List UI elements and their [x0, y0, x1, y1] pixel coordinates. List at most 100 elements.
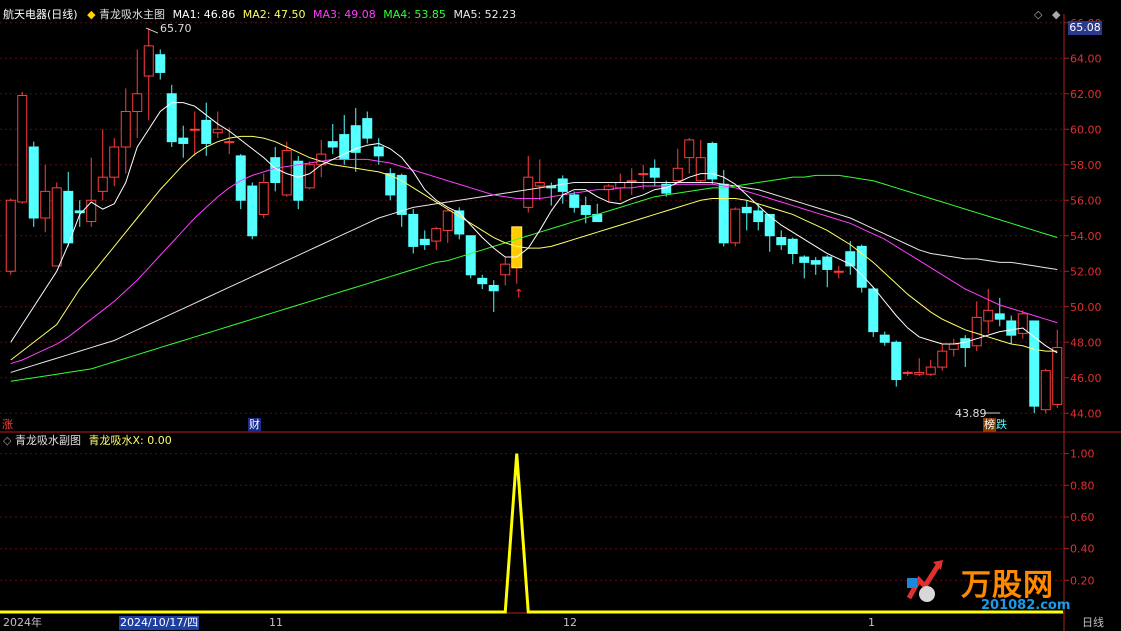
sub-y-tick-label: 0.40	[1070, 543, 1095, 556]
candle-up	[971, 316, 982, 347]
candle-up	[833, 270, 844, 273]
signal-line	[0, 453, 1063, 614]
candle-down	[776, 237, 787, 246]
candle-up	[672, 167, 683, 182]
candle-up	[638, 173, 649, 176]
candle-up	[258, 182, 269, 215]
candle-up	[97, 176, 108, 192]
candle-up	[730, 208, 741, 244]
candle-down	[868, 288, 879, 333]
candle-down	[247, 185, 258, 237]
candle-up	[534, 182, 545, 187]
main-indicator-name[interactable]: 青龙吸水主图	[99, 8, 165, 21]
sub-indicator-name[interactable]: 青龙吸水副图	[15, 434, 81, 447]
candle-up	[5, 199, 16, 272]
stock-arrow-logo-icon	[905, 560, 943, 602]
candle-down	[488, 284, 499, 292]
candle-down	[810, 260, 821, 265]
candle-up	[120, 111, 131, 148]
expand-diamond-icon[interactable]: ◇	[1034, 8, 1042, 22]
candle-up	[948, 343, 959, 350]
sub-y-tick-label: 0.60	[1070, 511, 1095, 524]
main-y-tick-label: 50.00	[1070, 301, 1102, 314]
high-pointer	[145, 27, 159, 34]
high-price-label: 65.70	[160, 22, 192, 35]
watermark-logo: 万股网 201082.com	[905, 556, 1105, 616]
cursor-date-label: 2024/10/17/四	[119, 616, 200, 630]
candle-up	[189, 128, 200, 131]
candle-up	[500, 263, 511, 276]
stock-title[interactable]: 航天电器(日线)	[3, 8, 78, 21]
candle-up	[695, 157, 706, 182]
rise-marker[interactable]: 涨	[2, 418, 13, 432]
candle-down	[891, 341, 902, 381]
x-label-year: 2024年	[3, 616, 42, 629]
candle-down	[799, 256, 810, 263]
main-y-tick-label: 52.00	[1070, 265, 1102, 278]
ma4-value: MA4: 53.85	[383, 8, 446, 21]
candle-up	[132, 93, 143, 112]
ma3-value: MA3: 49.08	[313, 8, 376, 21]
candle-up	[17, 95, 28, 203]
sub-indicator-value: 青龙吸水X: 0.00	[88, 434, 172, 447]
stock-chart-window: { "main_header": { "stock": "航天电器(日线)", …	[0, 0, 1121, 631]
watermark-url: 201082.com	[981, 598, 1071, 613]
candle-up	[281, 150, 292, 196]
period-label[interactable]: 日线	[1082, 616, 1104, 630]
candle-down	[362, 118, 373, 139]
candle-up	[1052, 347, 1063, 405]
main-y-tick-label: 54.00	[1070, 230, 1102, 243]
candle-down	[994, 313, 1005, 320]
main-y-tick-label: 44.00	[1070, 407, 1102, 420]
candle-down	[373, 146, 384, 157]
candle-up	[40, 190, 51, 219]
ma1-value: MA1: 46.86	[172, 8, 236, 21]
fall-marker[interactable]: 跌	[996, 418, 1007, 432]
candle-down	[178, 137, 189, 144]
candle-down	[741, 206, 752, 214]
x-label-dec: 12	[563, 616, 577, 629]
candle-down	[1006, 320, 1017, 336]
candle-down	[327, 141, 338, 148]
candle-down	[419, 238, 430, 246]
candle-up	[224, 141, 235, 144]
candle-down	[1029, 320, 1040, 407]
ma5-value: MA5: 52.23	[453, 8, 517, 21]
candle-down	[201, 119, 212, 144]
ma2-value: MA2: 47.50	[242, 8, 306, 21]
candle-down	[580, 205, 591, 215]
candle-up	[937, 350, 948, 368]
main-y-tick-label: 46.00	[1070, 372, 1102, 385]
finance-marker[interactable]: 财	[248, 418, 261, 432]
candle-up	[902, 371, 913, 374]
main-y-tick-label: 64.00	[1070, 52, 1102, 65]
candle-up	[983, 309, 994, 322]
sub-y-tick-label: 1.00	[1070, 448, 1095, 461]
settings-diamond-icon[interactable]: ◆	[87, 8, 95, 21]
low-price-label: 43.89	[955, 407, 987, 420]
candle-down	[477, 277, 488, 285]
main-y-tick-label: 60.00	[1070, 123, 1102, 136]
main-header: 航天电器(日线) ◆ 青龙吸水主图 MA1: 46.86 MA2: 47.50 …	[3, 8, 516, 22]
candle-up	[212, 128, 223, 134]
main-y-tick-label: 56.00	[1070, 194, 1102, 207]
candle-up	[684, 139, 695, 159]
main-y-tick-label: 58.00	[1070, 159, 1102, 172]
chart-canvas: 44.00 46.00 48.00 50.00 52.00 54.00 56.00 58.00…	[0, 14, 1121, 631]
settings-dropdown-icon[interactable]: ◆	[1052, 8, 1060, 22]
candle-down	[465, 235, 476, 276]
collapse-icon[interactable]: ◇	[3, 434, 11, 447]
ma3-line	[10, 158, 1058, 365]
candle-down	[155, 54, 166, 73]
candle-up	[1040, 370, 1051, 411]
candle-down	[764, 213, 775, 237]
candle-up	[626, 180, 637, 183]
candle-up	[523, 176, 534, 208]
candle-up	[109, 146, 120, 178]
candle-up	[615, 182, 626, 189]
current-price-tag: 65.08	[1068, 21, 1102, 35]
candle-down	[753, 210, 764, 223]
candle-down	[718, 183, 729, 244]
ma2-line	[10, 135, 1058, 361]
sub-header: ◇ 青龙吸水副图 青龙吸水X: 0.00	[3, 434, 172, 448]
